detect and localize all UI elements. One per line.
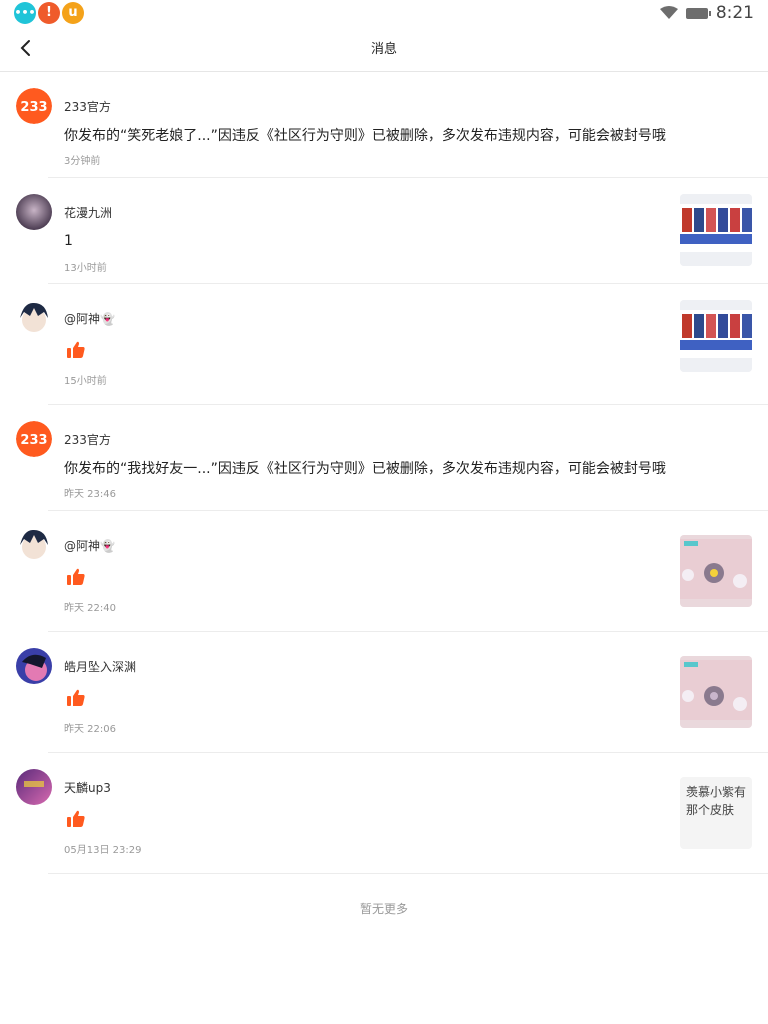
message-time: 昨天 23:46 (64, 489, 116, 500)
svg-text:233: 233 (20, 100, 47, 115)
chat-notification-icon: ••• (14, 2, 36, 24)
message-item[interactable]: 233 233官方 你发布的“笑死老娘了...”因违反《社区行为守则》已被删除，… (0, 72, 768, 178)
status-bar: ••• ! u 8:21 (0, 0, 768, 26)
message-time: 05月13日 23:29 (64, 845, 142, 856)
message-content: 你发布的“笑死老娘了...”因违反《社区行为守则》已被删除，多次发布违规内容，可… (64, 128, 666, 144)
message-item[interactable]: 皓月坠入深渊 昨天 22:06 (0, 632, 768, 753)
svg-text:233: 233 (20, 433, 47, 448)
message-content: 1 (64, 233, 73, 249)
user-avatar[interactable] (16, 527, 52, 563)
message-item[interactable]: @阿神👻 昨天 22:40 (0, 511, 768, 632)
post-thumbnail[interactable] (680, 535, 752, 607)
user-avatar[interactable] (16, 194, 52, 230)
sender-name[interactable]: 天麟up3 (64, 779, 111, 796)
post-thumbnail[interactable] (680, 194, 752, 266)
thumbs-up-icon (67, 568, 85, 585)
message-content: 你发布的“我找好友一...”因违反《社区行为守则》已被删除，多次发布违规内容，可… (64, 461, 666, 477)
no-more-footer: 暂无更多 (359, 902, 408, 916)
sender-name[interactable]: @阿神👻 (64, 537, 115, 554)
message-item[interactable]: 233 233官方 你发布的“我找好友一...”因违反《社区行为守则》已被删除，… (0, 405, 768, 511)
message-time: 昨天 22:40 (64, 603, 116, 614)
message-time: 3分钟前 (64, 156, 101, 167)
user-avatar[interactable] (16, 769, 52, 805)
thumbs-up-icon (67, 341, 85, 358)
sender-name[interactable]: 233官方 (64, 98, 111, 115)
sender-name[interactable]: 233官方 (64, 431, 111, 448)
thumbs-up-icon (67, 810, 85, 827)
page-title: 消息 (370, 42, 397, 57)
233-logo-avatar[interactable]: 233 (16, 421, 52, 457)
message-time: 15小时前 (64, 376, 107, 387)
233-logo-avatar[interactable]: 233 (16, 88, 52, 124)
message-time: 昨天 22:06 (64, 724, 116, 735)
message-item[interactable]: 天麟up3 05月13日 23:29 羡慕小紫有那个皮肤 (0, 753, 768, 874)
post-thumbnail[interactable] (680, 300, 752, 372)
user-avatar[interactable] (16, 300, 52, 336)
clock: 8:21 (715, 3, 754, 23)
thumbs-up-icon (67, 689, 85, 706)
battery-icon (685, 7, 711, 19)
message-list: 233 233官方 你发布的“笑死老娘了...”因违反《社区行为守则》已被删除，… (0, 72, 768, 917)
message-time: 13小时前 (64, 263, 107, 274)
sender-name[interactable]: 皓月坠入深渊 (64, 658, 136, 675)
divider (48, 873, 768, 874)
post-thumbnail[interactable] (680, 656, 752, 728)
message-item[interactable]: 花漫九洲 1 13小时前 (0, 178, 768, 284)
sender-name[interactable]: 花漫九洲 (64, 204, 112, 221)
alert-notification-icon: ! (38, 2, 60, 24)
post-text-preview[interactable]: 羡慕小紫有那个皮肤 (680, 777, 752, 849)
user-avatar[interactable] (16, 648, 52, 684)
wifi-icon (659, 6, 678, 19)
u-app-notification-icon: u (62, 2, 84, 24)
sender-name[interactable]: @阿神👻 (64, 310, 115, 327)
message-item[interactable]: @阿神👻 15小时前 (0, 284, 768, 405)
app-header: 消息 (0, 26, 768, 72)
